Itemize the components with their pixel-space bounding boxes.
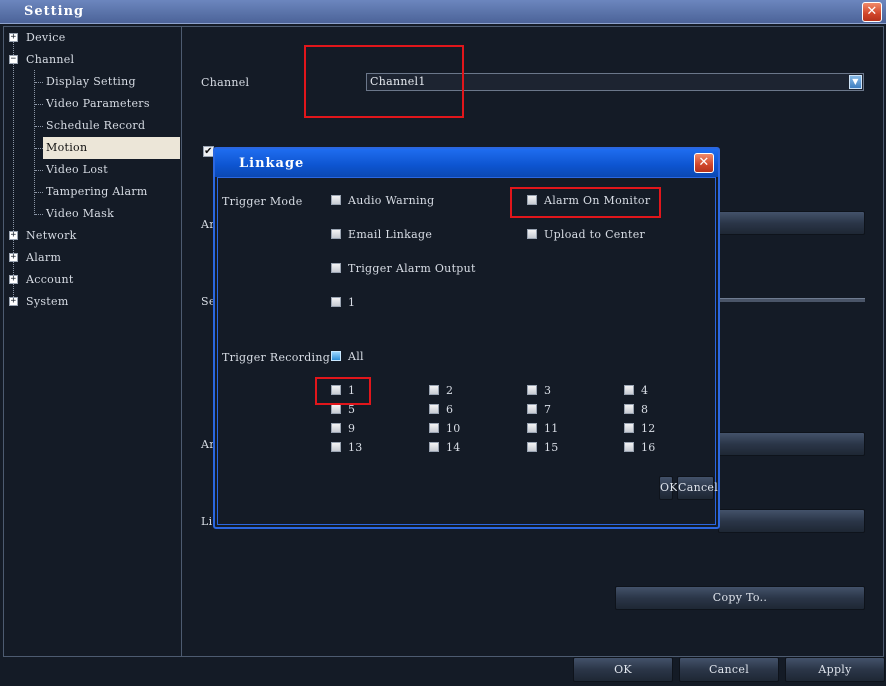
close-icon[interactable]: ✕ [862, 2, 882, 22]
upload-to-center-checkbox[interactable]: Upload to Center [527, 229, 645, 241]
record-channel-2-checkbox[interactable]: 2 [429, 385, 453, 397]
record-channel-5-checkbox[interactable]: 5 [331, 404, 355, 416]
tree-node-channel[interactable]: − Channel [9, 51, 74, 69]
close-icon[interactable]: ✕ [694, 153, 714, 173]
highlight-box [315, 377, 371, 405]
linkage-button[interactable] [718, 509, 865, 533]
settings-tree: + Device − Channel Display Setting Video… [3, 26, 182, 657]
email-linkage-checkbox[interactable]: Email Linkage [331, 229, 432, 241]
highlight-box [510, 187, 661, 218]
alarm-button[interactable] [718, 432, 865, 456]
tree-node-video-lost[interactable]: Video Lost [46, 161, 108, 179]
dialog-title-bar: Linkage ✕ [215, 149, 718, 177]
tree-node-alarm[interactable]: + Alarm [9, 249, 61, 267]
alarm-output-1-checkbox[interactable]: 1 [331, 297, 355, 309]
linkage-label: Li [201, 515, 213, 528]
tree-node-system[interactable]: + System [9, 293, 69, 311]
tree-node-display-setting[interactable]: Display Setting [46, 73, 136, 91]
cancel-button[interactable]: Cancel [679, 657, 779, 682]
record-channel-6-checkbox[interactable]: 6 [429, 404, 453, 416]
window-title-bar: Setting ✕ [0, 0, 886, 24]
dialog-title: Linkage [239, 156, 305, 171]
tree-connector [34, 70, 35, 215]
expand-icon[interactable]: + [9, 297, 18, 306]
trigger-mode-label: Trigger Mode [222, 195, 303, 208]
copy-to-button[interactable]: Copy To.. [615, 586, 865, 610]
tree-node-device[interactable]: + Device [9, 29, 66, 47]
dialog-ok-button[interactable]: OK [659, 476, 678, 500]
record-channel-3-checkbox[interactable]: 3 [527, 385, 551, 397]
trigger-alarm-output-checkbox[interactable]: Trigger Alarm Output [331, 263, 476, 275]
record-channel-10-checkbox[interactable]: 10 [429, 423, 461, 435]
record-channel-9-checkbox[interactable]: 9 [331, 423, 355, 435]
record-channel-13-checkbox[interactable]: 13 [331, 442, 363, 454]
sensitivity-slider[interactable] [718, 298, 865, 302]
record-channel-11-checkbox[interactable]: 11 [527, 423, 559, 435]
apply-button[interactable]: Apply [785, 657, 885, 682]
record-channel-4-checkbox[interactable]: 4 [624, 385, 648, 397]
collapse-icon[interactable]: − [9, 55, 18, 64]
record-channel-14-checkbox[interactable]: 14 [429, 442, 461, 454]
audio-warning-checkbox[interactable]: Audio Warning [331, 195, 435, 207]
record-channel-7-checkbox[interactable]: 7 [527, 404, 551, 416]
area-button[interactable] [718, 211, 865, 235]
record-channel-8-checkbox[interactable]: 8 [624, 404, 648, 416]
record-channel-15-checkbox[interactable]: 15 [527, 442, 559, 454]
chevron-down-icon[interactable]: ▼ [849, 75, 862, 89]
window-title: Setting [24, 4, 85, 19]
highlight-box [304, 45, 464, 118]
expand-icon[interactable]: + [9, 231, 18, 240]
record-channel-16-checkbox[interactable]: 16 [624, 442, 656, 454]
dialog-cancel-button[interactable]: Cancel [677, 476, 718, 500]
tree-node-schedule-record[interactable]: Schedule Record [46, 117, 145, 135]
tree-node-account[interactable]: + Account [9, 271, 74, 289]
expand-icon[interactable]: + [9, 275, 18, 284]
tree-node-network[interactable]: + Network [9, 227, 77, 245]
ok-button[interactable]: OK [573, 657, 673, 682]
tree-node-motion[interactable]: Motion [43, 137, 180, 159]
tree-node-tampering-alarm[interactable]: Tampering Alarm [46, 183, 148, 201]
tree-node-video-parameters[interactable]: Video Parameters [46, 95, 150, 113]
record-channel-12-checkbox[interactable]: 12 [624, 423, 656, 435]
trigger-recording-label: Trigger Recording [222, 351, 331, 364]
all-channels-checkbox[interactable]: All [331, 351, 364, 363]
tree-node-video-mask[interactable]: Video Mask [46, 205, 114, 223]
expand-icon[interactable]: + [9, 33, 18, 42]
expand-icon[interactable]: + [9, 253, 18, 262]
channel-label: Channel [201, 76, 250, 89]
